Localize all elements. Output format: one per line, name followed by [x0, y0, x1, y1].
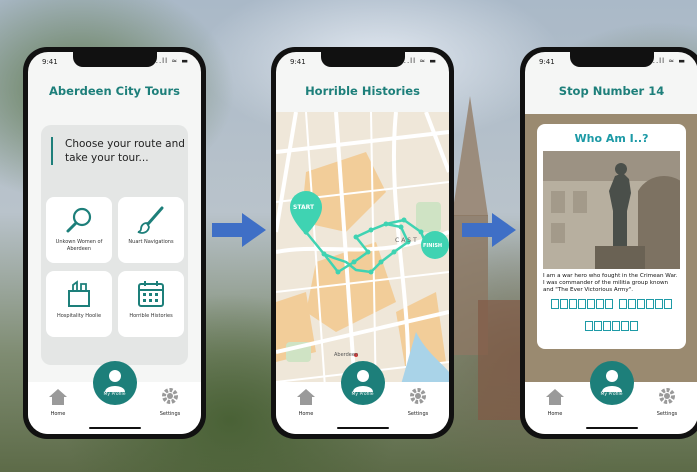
route-map[interactable]: START FINISH CAST Aberdeen — [276, 112, 449, 402]
map-canvas — [276, 112, 449, 402]
profile-label: My Profile — [351, 392, 374, 397]
tile-label: Horrible Histories — [129, 313, 173, 319]
arrow-right-icon — [462, 213, 516, 247]
quiz-card: Who Am I..? I am a war hero who fought i… — [537, 124, 686, 349]
nav-home-label: Home — [547, 411, 563, 417]
my-profile-button[interactable]: My Profile — [589, 361, 634, 405]
home-icon — [297, 389, 315, 405]
gear-icon — [410, 388, 426, 404]
finish-marker-label[interactable]: FINISH — [423, 243, 442, 249]
route-prompt: Choose your route and take your tour... — [51, 137, 191, 165]
screen: 9:41 ..ll ≈ ▬ Stop Number 14 Who Am I..?… — [525, 52, 697, 434]
nav-home[interactable]: Home — [294, 388, 318, 417]
page-title: Aberdeen City Tours — [49, 84, 180, 98]
notch — [569, 52, 654, 67]
tile-nuart-navigations[interactable]: Nuart Navigations — [118, 197, 184, 263]
calendar-icon — [138, 281, 164, 307]
tile-hospitality-hoolie[interactable]: Hospitality Hoolie — [46, 271, 112, 337]
map-area-label: CAST — [395, 237, 419, 244]
nav-home[interactable]: Home — [46, 388, 70, 417]
tile-label: Unkown Women of Aberdeen — [55, 239, 103, 252]
gear-icon — [659, 388, 675, 404]
status-icons: ..ll ≈ ▬ — [403, 57, 437, 65]
paintbrush-icon — [137, 206, 164, 234]
home-indicator — [336, 426, 389, 429]
screen: 9:41 ..ll ≈ ▬ Aberdeen City Tours Choose… — [28, 52, 201, 434]
nav-settings-label: Settings — [407, 411, 429, 417]
phone-route-selection: 9:41 ..ll ≈ ▬ Aberdeen City Tours Choose… — [23, 47, 206, 439]
answer-row — [537, 316, 686, 335]
my-profile-button[interactable]: My Profile — [340, 361, 385, 405]
page-title: Stop Number 14 — [558, 84, 665, 98]
statue-photo — [543, 151, 680, 269]
home-indicator — [585, 426, 638, 429]
page-title: Horrible Histories — [305, 84, 420, 98]
quiz-title: Who Am I..? — [574, 132, 649, 145]
nav-settings[interactable]: Settings — [654, 386, 680, 417]
nav-settings-label: Settings — [656, 411, 678, 417]
phone-map-route: 9:41 ..ll ≈ ▬ Horrible Histories START F… — [271, 47, 454, 439]
profile-label: My Profile — [600, 392, 623, 397]
profile-label: My Profile — [103, 392, 126, 397]
quiz-clue: I am a war hero who fought in the Crimea… — [543, 273, 678, 293]
nav-home[interactable]: Home — [543, 388, 567, 417]
phone-quiz-stop: 9:41 ..ll ≈ ▬ Stop Number 14 Who Am I..?… — [520, 47, 697, 439]
nav-settings[interactable]: Settings — [157, 386, 183, 417]
nav-settings[interactable]: Settings — [405, 386, 431, 417]
status-time: 9:41 — [290, 58, 306, 66]
map-place-label: Aberdeen — [334, 352, 359, 358]
screen: 9:41 ..ll ≈ ▬ Horrible Histories START F… — [276, 52, 449, 434]
home-indicator — [88, 426, 141, 429]
tile-unkown-women[interactable]: Unkown Women of Aberdeen — [46, 197, 112, 263]
nav-settings-label: Settings — [159, 411, 181, 417]
notch — [72, 52, 157, 67]
status-icons: ..ll ≈ ▬ — [652, 57, 686, 65]
tile-horrible-histories[interactable]: Horrible Histories — [118, 271, 184, 337]
church-spire — [452, 96, 488, 216]
notch — [320, 52, 405, 67]
route-card: Choose your route and take your tour... … — [41, 125, 188, 365]
gear-icon — [162, 388, 178, 404]
status-icons: ..ll ≈ ▬ — [155, 57, 189, 65]
my-profile-button[interactable]: My Profile — [92, 361, 137, 405]
answer-boxes[interactable] — [537, 294, 686, 338]
home-icon — [49, 389, 67, 405]
answer-row — [537, 294, 686, 313]
status-time: 9:41 — [539, 58, 555, 66]
magnifier-icon — [66, 207, 92, 233]
start-marker-label[interactable]: START — [293, 204, 314, 211]
tile-label: Nuart Navigations — [128, 239, 174, 245]
nav-home-label: Home — [50, 411, 66, 417]
tile-label: Hospitality Hoolie — [56, 313, 102, 319]
arrow-right-icon — [212, 213, 266, 247]
status-time: 9:41 — [42, 58, 58, 66]
statue-image — [543, 151, 680, 269]
shopping-bag-icon — [68, 280, 90, 307]
home-icon — [546, 389, 564, 405]
nav-home-label: Home — [298, 411, 314, 417]
